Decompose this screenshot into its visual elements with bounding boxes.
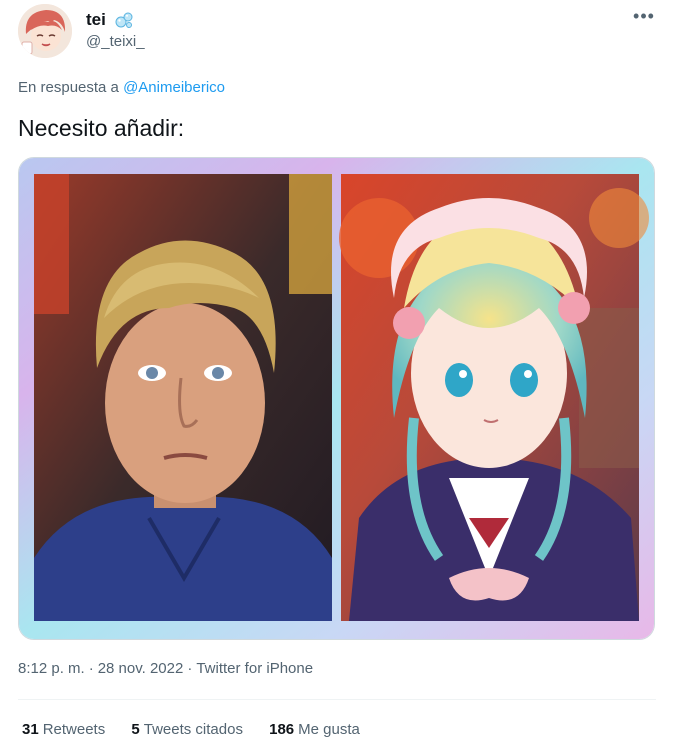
quotes-label: Tweets citados (143, 721, 243, 738)
tweet-time[interactable]: 8:12 p. m. (18, 660, 85, 677)
divider (18, 699, 656, 700)
likes-label: Me gusta (298, 721, 360, 738)
retweets-count: 31 (22, 721, 39, 738)
tweet-header: tei @_teixi_ ••• (18, 4, 658, 60)
bubbles-icon (114, 10, 134, 30)
meta-separator: · (187, 660, 193, 677)
retweets-stat[interactable]: 31 Retweets (22, 721, 105, 738)
right-anime-panel (339, 174, 649, 621)
tweet-text: Necesito añadir: (18, 115, 185, 141)
tweet-meta: 8:12 p. m. · 28 nov. 2022 · Twitter for iPho… (18, 660, 313, 677)
tweet-card: tei @_teixi_ ••• En respuesta a @Animeib… (0, 0, 674, 756)
media-image (19, 158, 654, 639)
tweet-client[interactable]: Twitter for iPhone (196, 660, 313, 677)
quotes-count: 5 (131, 721, 140, 738)
reply-prefix: En respuesta a (18, 79, 119, 96)
avatar-illustration (18, 4, 72, 58)
avatar[interactable] (18, 4, 72, 58)
retweets-label: Retweets (42, 721, 106, 738)
meta-separator: · (88, 660, 94, 677)
likes-count: 186 (269, 721, 295, 738)
tweet-media[interactable] (18, 157, 655, 640)
reply-mention-link[interactable]: @Animeiberico (123, 79, 225, 96)
quotes-stat[interactable]: 5 Tweets citados (131, 721, 243, 738)
author-names: tei @_teixi_ (86, 10, 145, 50)
tweet-date[interactable]: 28 nov. 2022 (98, 660, 184, 677)
left-photo-panel (34, 174, 332, 621)
author-display-name[interactable]: tei (86, 10, 106, 30)
reply-context: En respuesta a @Animeiberico (18, 79, 225, 96)
tweet-stats: 31 Retweets 5 Tweets citados 186 Me gusta (22, 721, 382, 738)
author-handle[interactable]: @_teixi_ (86, 33, 145, 50)
more-options-icon[interactable]: ••• (630, 7, 658, 30)
likes-stat[interactable]: 186 Me gusta (269, 721, 360, 738)
